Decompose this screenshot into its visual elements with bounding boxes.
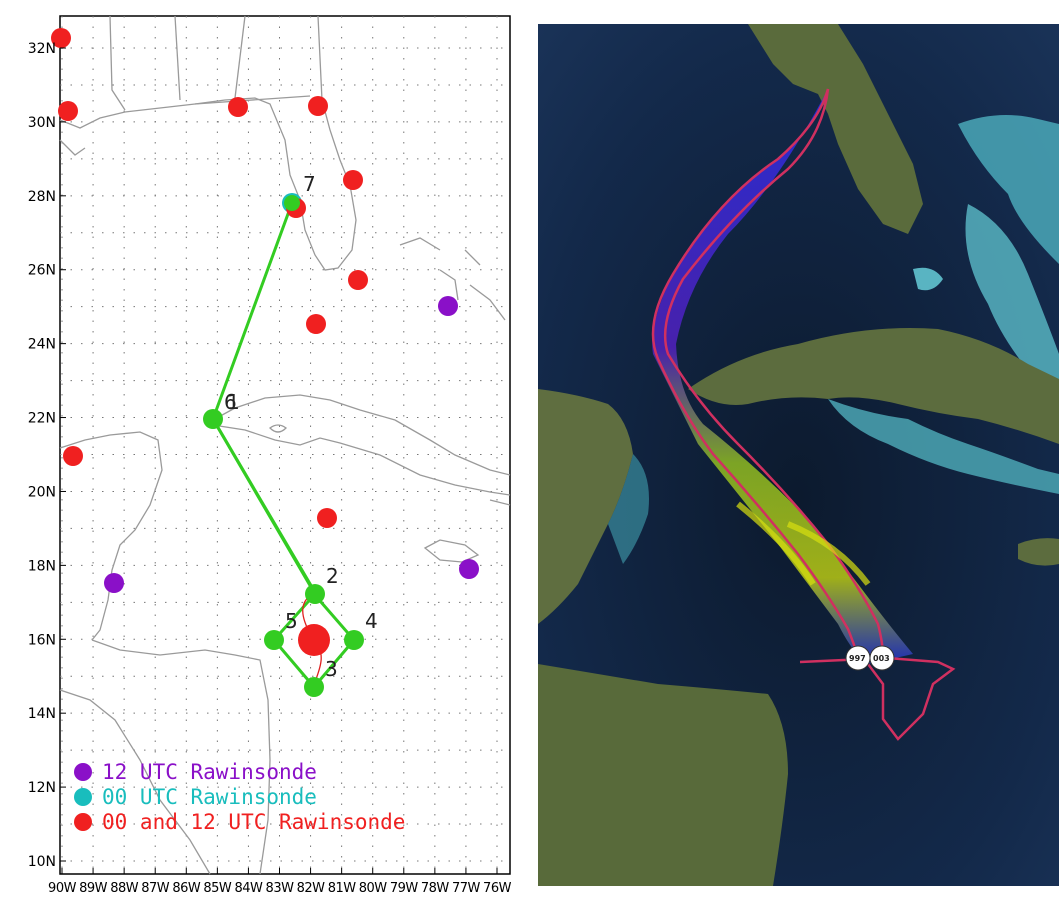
latitude-tick-label: 16N xyxy=(28,632,56,648)
longitude-tick-label: 88W xyxy=(110,881,139,896)
latitude-tick-label: 22N xyxy=(28,411,56,427)
longitude-tick-label: 83W xyxy=(266,881,295,896)
center-station xyxy=(298,624,330,656)
longitude-tick-label: 90W xyxy=(48,881,77,896)
latitude-tick-label: 28N xyxy=(28,189,56,205)
longitude-tick-label: 86W xyxy=(172,881,201,896)
marker-003-label: 003 xyxy=(873,654,890,663)
longitude-tick-label: 79W xyxy=(390,881,419,896)
rawinsonde-12-station xyxy=(459,559,479,579)
legend-label-00utc: 00 UTC Rawinsonde xyxy=(102,785,317,809)
longitude-tick-label: 84W xyxy=(234,881,263,896)
marker-997-label: 997 xyxy=(849,654,866,663)
latitude-tick-label: 30N xyxy=(28,115,56,131)
longitude-tick-label: 76W xyxy=(483,881,512,896)
rawinsonde-00-12-station xyxy=(348,270,368,290)
satellite-track-map: 997 003 xyxy=(538,24,1059,886)
legend-dot-00utc xyxy=(74,788,92,806)
rawinsonde-00-12-station xyxy=(58,101,78,121)
jamaica-landmass xyxy=(1018,538,1059,566)
waypoint-4 xyxy=(344,630,364,650)
longitude-tick-label: 78W xyxy=(421,881,450,896)
latitude-tick-label: 32N xyxy=(28,41,56,57)
waypoint-label-3: 3 xyxy=(325,657,338,681)
longitude-tick-label: 87W xyxy=(141,881,170,896)
longitude-tick-label: 80W xyxy=(359,881,388,896)
waypoint-1 xyxy=(203,409,223,429)
rawinsonde-00-12-station xyxy=(317,508,337,528)
map-frame xyxy=(59,15,511,875)
waypoint-3 xyxy=(304,677,324,697)
legend-dot-12utc xyxy=(74,763,92,781)
latitude-tick-label: 14N xyxy=(28,706,56,722)
rawinsonde-00-12-station xyxy=(308,96,328,116)
flight-plan-map: 7 6 1 2 3 4 5 12 UTC Rawinsonde 00 UTC R… xyxy=(28,15,512,896)
waypoint-2 xyxy=(305,584,325,604)
rawinsonde-12-station xyxy=(104,573,124,593)
waypoint-5 xyxy=(264,630,284,650)
rawinsonde-00-12-station xyxy=(228,97,248,117)
latitude-tick-label: 20N xyxy=(28,484,56,500)
waypoint-label-4: 4 xyxy=(365,609,378,633)
latitude-tick-label: 12N xyxy=(28,780,56,796)
longitude-tick-label: 82W xyxy=(297,881,326,896)
rawinsonde-12-station xyxy=(438,296,458,316)
central-america-landmass xyxy=(538,664,788,886)
latitude-tick-label: 26N xyxy=(28,263,56,279)
waypoint-label-7: 7 xyxy=(303,172,316,196)
latitude-tick-label: 10N xyxy=(28,854,56,870)
rawinsonde-00-12-station xyxy=(306,314,326,334)
longitude-tick-label: 89W xyxy=(79,881,108,896)
waypoint-label-5: 5 xyxy=(285,609,298,633)
latitude-tick-label: 18N xyxy=(28,558,56,574)
rawinsonde-00-12-station xyxy=(343,170,363,190)
waypoint-label-2: 2 xyxy=(326,564,339,588)
legend-dot-00-12utc xyxy=(74,813,92,831)
longitude-tick-label: 77W xyxy=(452,881,481,896)
longitude-tick-label: 85W xyxy=(203,881,232,896)
waypoint-7 xyxy=(284,195,300,211)
latitude-tick-label: 24N xyxy=(28,337,56,353)
legend-label-00-12utc: 00 and 12 UTC Rawinsonde xyxy=(102,810,405,834)
waypoint-label-1: 1 xyxy=(227,390,240,414)
legend-label-12utc: 12 UTC Rawinsonde xyxy=(102,760,317,784)
longitude-tick-label: 81W xyxy=(328,881,357,896)
rawinsonde-00-12-station xyxy=(63,446,83,466)
